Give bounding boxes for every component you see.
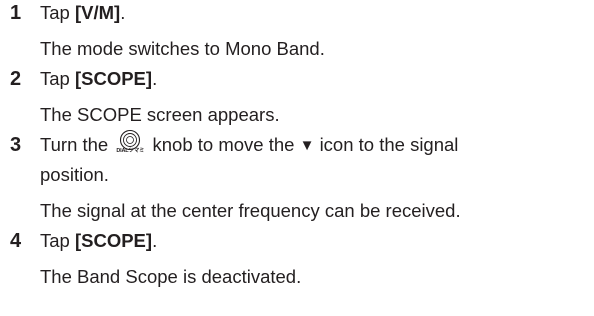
dial-knob-icon: DIALツマミ [116, 129, 145, 157]
step-instruction: Tap [SCOPE]. [40, 64, 157, 94]
step-action-prefix: Tap [40, 2, 75, 23]
step-instruction: Turn the DIALツマミ knob to move the ▼ icon… [40, 129, 459, 161]
key-label-scope: [SCOPE] [74, 230, 153, 251]
dial-label: DIALツマミ [116, 148, 145, 154]
step-action-suffix: . [152, 230, 158, 251]
step-number: 2 [10, 68, 22, 90]
key-label-v-m: [V/M] [74, 2, 121, 23]
step-3-result: The signal at the center frequency can b… [40, 200, 461, 221]
step-number: 3 [10, 134, 22, 156]
step-number: 4 [10, 230, 22, 252]
step-action-suffix: . [152, 68, 158, 89]
step-action-part1: Turn the [40, 134, 114, 155]
step-action-prefix: Tap [40, 68, 75, 89]
step-1-result: The mode switches to Mono Band. [40, 38, 325, 59]
step-number: 1 [10, 2, 22, 24]
step-action-prefix: Tap [40, 230, 75, 251]
step-action-part2: knob to move the [147, 134, 295, 155]
step-2-result: The SCOPE screen appears. [40, 104, 280, 125]
step-action-part3: icon to the signal [319, 134, 459, 155]
step-instruction: Tap [V/M]. [40, 0, 125, 28]
step-3-action-continued: position. [40, 164, 109, 185]
step-instruction: Tap [SCOPE]. [40, 226, 157, 256]
step-action-suffix: . [120, 2, 126, 23]
down-triangle-icon: ▼ [299, 137, 315, 154]
key-label-scope: [SCOPE] [74, 68, 153, 89]
step-4-result: The Band Scope is deactivated. [40, 266, 302, 287]
